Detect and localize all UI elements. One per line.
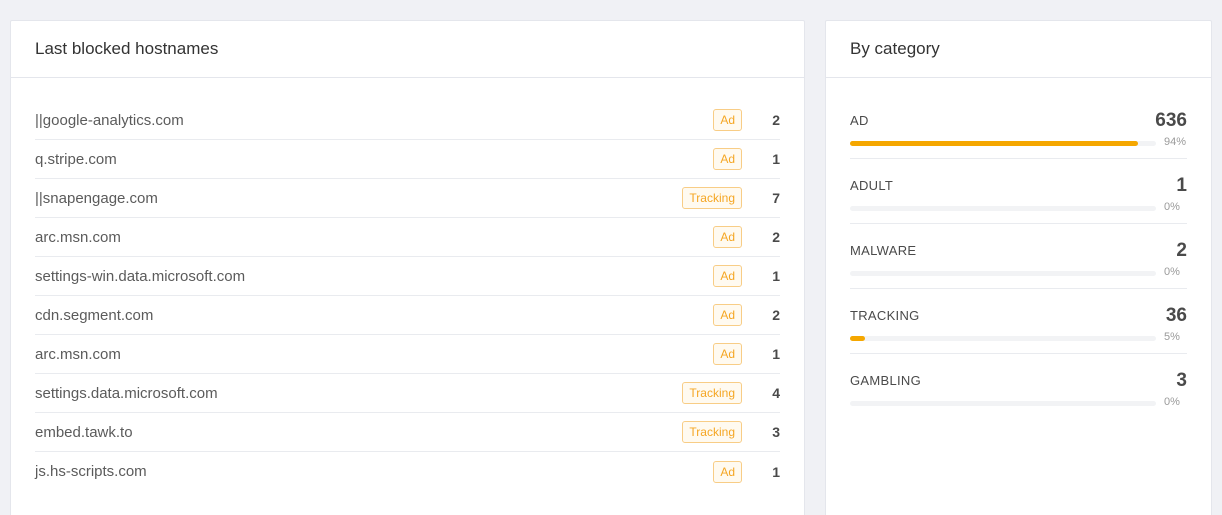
category-row: MALWARE 2 0%	[850, 224, 1187, 289]
block-count: 1	[772, 346, 780, 362]
hostname-row: js.hs-scripts.com Ad 1	[35, 452, 780, 491]
category-name: AD	[850, 113, 869, 128]
progress-track	[850, 336, 1156, 341]
category-percent: 94%	[1164, 136, 1187, 148]
hostname: settings.data.microsoft.com	[35, 384, 218, 402]
hostname-row: q.stripe.com Ad 1	[35, 140, 780, 179]
hostname-list: ||google-analytics.com Ad 2 q.stripe.com Ad 1…	[11, 78, 804, 491]
category-row: GAMBLING 3 0%	[850, 354, 1187, 419]
block-count: 2	[772, 112, 780, 128]
category-name: ADULT	[850, 178, 894, 193]
hostname-row: embed.tawk.to Tracking 3	[35, 413, 780, 452]
block-count: 4	[772, 385, 780, 401]
block-count: 1	[772, 268, 780, 284]
card-title: By category	[850, 39, 940, 58]
category-tag: Tracking	[682, 421, 742, 443]
hostname: ||google-analytics.com	[35, 111, 184, 129]
category-name: TRACKING	[850, 308, 920, 323]
category-count: 3	[1176, 370, 1187, 391]
block-count: 2	[772, 229, 780, 245]
hostname-row: ||snapengage.com Tracking 7	[35, 179, 780, 218]
card-title: Last blocked hostnames	[35, 39, 219, 58]
by-category-card: By category AD 636 94% ADULT 1 0% MALWARE 2 0% TR…	[825, 20, 1212, 515]
block-count: 2	[772, 307, 780, 323]
progress-fill	[850, 336, 866, 341]
hostname-row: ||google-analytics.com Ad 2	[35, 101, 780, 140]
category-percent: 0%	[1164, 201, 1180, 213]
category-name: GAMBLING	[850, 373, 922, 388]
hostname: settings-win.data.microsoft.com	[35, 267, 246, 285]
category-list: AD 636 94% ADULT 1 0% MALWARE 2 0% TRACKING 36 5% GA…	[826, 78, 1211, 419]
category-tag: Tracking	[682, 382, 742, 404]
category-name: MALWARE	[850, 243, 917, 258]
hostname: q.stripe.com	[35, 150, 117, 168]
category-tag: Ad	[713, 109, 742, 131]
progress-track	[850, 401, 1156, 406]
block-count: 7	[772, 190, 780, 206]
progress-fill	[850, 141, 1138, 146]
hostname: ||snapengage.com	[35, 189, 158, 207]
hostname-row: cdn.segment.com Ad 2	[35, 296, 780, 335]
hostname: embed.tawk.to	[35, 423, 133, 441]
category-row: ADULT 1 0%	[850, 159, 1187, 224]
progress-track	[850, 271, 1156, 276]
category-tag: Tracking	[682, 187, 742, 209]
hostname: cdn.segment.com	[35, 306, 154, 324]
hostname: arc.msn.com	[35, 345, 121, 363]
category-percent: 5%	[1164, 331, 1180, 343]
category-count: 36	[1165, 305, 1187, 326]
category-count: 2	[1176, 240, 1187, 261]
hostname-row: arc.msn.com Ad 2	[35, 218, 780, 257]
last-blocked-hostnames-card: Last blocked hostnames ||google-analytic…	[10, 20, 805, 515]
category-tag: Ad	[713, 148, 742, 170]
hostname: js.hs-scripts.com	[35, 463, 147, 480]
progress-track	[850, 206, 1156, 211]
category-tag: Ad	[713, 304, 742, 326]
card-header: Last blocked hostnames	[11, 21, 804, 78]
category-row: TRACKING 36 5%	[850, 289, 1187, 354]
progress-track	[850, 141, 1156, 146]
category-percent: 0%	[1164, 396, 1180, 408]
hostname-row: arc.msn.com Ad 1	[35, 335, 780, 374]
category-tag: Ad	[713, 460, 742, 483]
card-header: By category	[826, 21, 1211, 78]
block-count: 1	[772, 463, 780, 480]
hostname-row: settings-win.data.microsoft.com Ad 1	[35, 257, 780, 296]
hostname-row: settings.data.microsoft.com Tracking 4	[35, 374, 780, 413]
category-row: AD 636 94%	[850, 94, 1187, 159]
category-count: 636	[1155, 110, 1187, 131]
category-percent: 0%	[1164, 266, 1180, 278]
category-tag: Ad	[713, 226, 742, 248]
block-count: 3	[772, 424, 780, 440]
category-tag: Ad	[713, 265, 742, 287]
block-count: 1	[772, 151, 780, 167]
category-count: 1	[1176, 175, 1187, 196]
category-tag: Ad	[713, 343, 742, 365]
hostname: arc.msn.com	[35, 228, 121, 246]
